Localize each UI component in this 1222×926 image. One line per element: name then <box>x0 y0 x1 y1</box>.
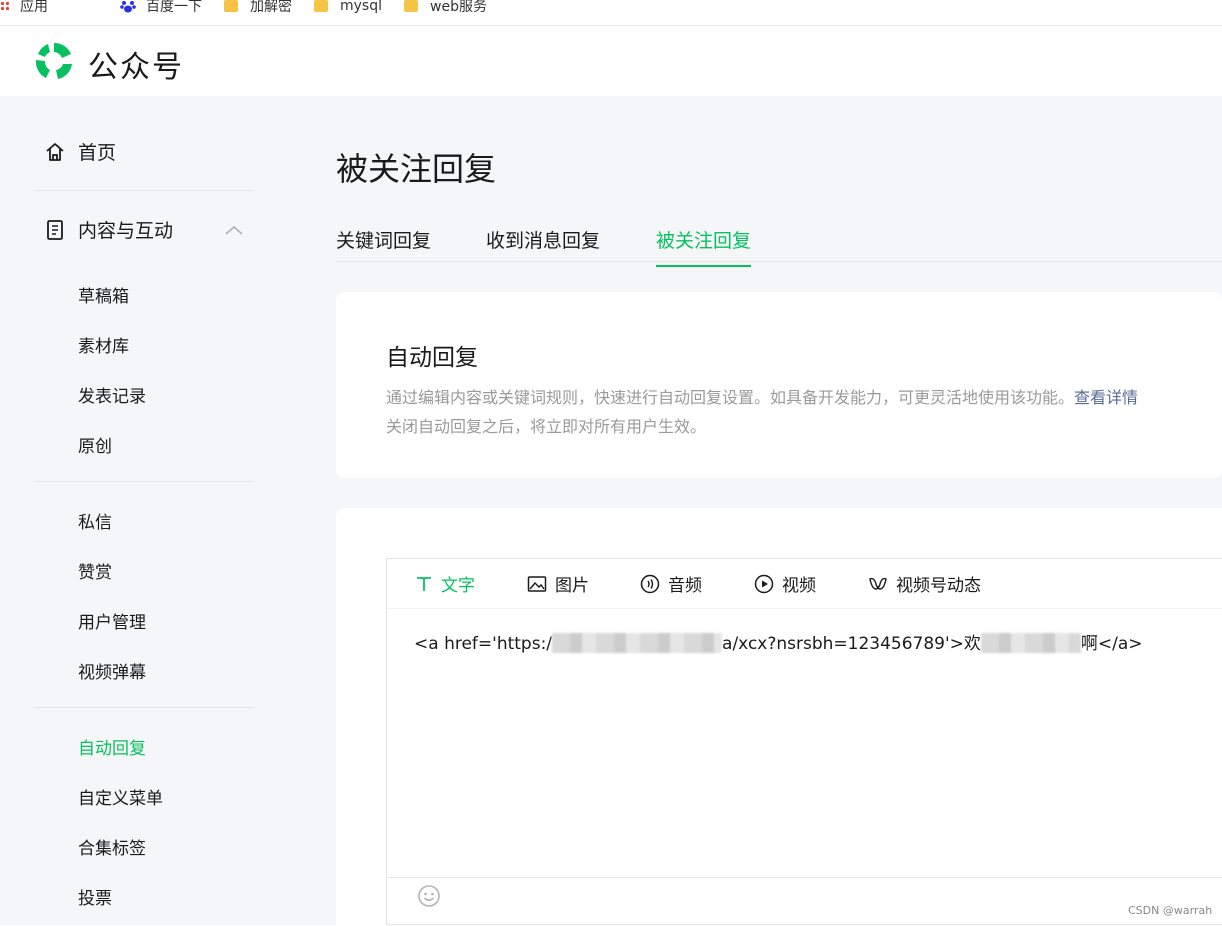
emoji-icon[interactable] <box>417 884 441 908</box>
bookmark-baidu[interactable]: 百度一下 <box>120 0 202 19</box>
card-description-note: 关闭自动回复之后，将立即对所有用户生效。 <box>386 417 707 436</box>
sidebar-item-vote[interactable]: 投票 <box>78 884 112 909</box>
folder-icon <box>224 0 238 12</box>
folder-icon <box>314 0 328 12</box>
reply-editor: 文字 图片 音频 视频 视频号动态 <a href='https:/ a/xcx… <box>386 558 1222 925</box>
sidebar: 首页 内容与互动 草稿箱 素材库 发表记录 原创 私信 赞赏 用户管理 视频弹幕… <box>0 96 296 925</box>
bookmark-mysql[interactable]: mysql <box>314 0 382 19</box>
sidebar-divider <box>34 190 254 191</box>
folder-icon <box>404 0 418 12</box>
bookmarks-bar: 应用 百度一下 加解密 mysql web服务 <box>0 0 1222 26</box>
channels-icon <box>869 577 887 590</box>
sidebar-item-collection-tags[interactable]: 合集标签 <box>78 834 146 859</box>
wechat-official-logo-icon[interactable] <box>32 40 76 82</box>
sidebar-item-publish-records[interactable]: 发表记录 <box>78 382 146 407</box>
sidebar-divider <box>34 481 254 482</box>
page-title: 被关注回复 <box>336 150 497 188</box>
redacted-region <box>980 633 1081 653</box>
sidebar-item-auto-reply[interactable]: 自动回复 <box>78 734 146 759</box>
tool-channels[interactable]: 视频号动态 <box>868 571 981 596</box>
video-icon <box>754 574 774 593</box>
bookmark-apps[interactable]: 应用 <box>0 0 48 19</box>
redacted-region <box>552 633 723 653</box>
sidebar-item-home[interactable]: 首页 <box>44 138 116 165</box>
sidebar-item-original[interactable]: 原创 <box>78 432 112 457</box>
chevron-up-icon[interactable] <box>224 224 244 236</box>
sidebar-item-video-danmaku[interactable]: 视频弹幕 <box>78 658 146 683</box>
tool-audio[interactable]: 音频 <box>640 571 702 596</box>
editor-toolbar: 文字 图片 音频 视频 视频号动态 <box>387 559 1222 609</box>
text-icon <box>417 576 431 591</box>
card-description: 通过编辑内容或关键词规则，快速进行自动回复设置。如具备开发能力，可更灵活地使用该… <box>386 388 1139 407</box>
editor-footer <box>387 877 1222 926</box>
sidebar-item-rewards[interactable]: 赞赏 <box>78 558 112 583</box>
main-content: 被关注回复 关键词回复 收到消息回复 被关注回复 自动回复 通过编辑内容或关键词… <box>296 96 1222 925</box>
tab-follow-reply[interactable]: 被关注回复 <box>656 226 752 267</box>
apps-icon <box>0 0 10 11</box>
home-icon <box>46 142 64 161</box>
reply-tabs: 关键词回复 收到消息回复 被关注回复 <box>336 214 1222 267</box>
reply-editor-card: 文字 图片 音频 视频 视频号动态 <a href='https:/ a/xcx… <box>336 508 1222 925</box>
card-title: 自动回复 <box>386 345 478 371</box>
view-details-link[interactable]: 查看详情 <box>1074 388 1138 407</box>
sidebar-item-custom-menu[interactable]: 自定义菜单 <box>78 784 163 809</box>
sidebar-divider <box>34 707 254 708</box>
sidebar-item-user-management[interactable]: 用户管理 <box>78 608 146 633</box>
tool-video[interactable]: 视频 <box>754 571 816 596</box>
document-icon <box>47 219 63 240</box>
auto-reply-info-card: 自动回复 通过编辑内容或关键词规则，快速进行自动回复设置。如具备开发能力，可更灵… <box>336 292 1222 478</box>
watermark: CSDN @warrah <box>1128 904 1213 917</box>
tab-keyword-reply[interactable]: 关键词回复 <box>336 226 431 265</box>
sidebar-group-content[interactable]: 内容与互动 <box>44 216 173 243</box>
tab-message-reply[interactable]: 收到消息回复 <box>486 226 600 265</box>
bookmark-crypto[interactable]: 加解密 <box>224 0 292 19</box>
sidebar-item-materials[interactable]: 素材库 <box>78 332 129 357</box>
audio-icon <box>640 574 660 593</box>
sidebar-item-drafts[interactable]: 草稿箱 <box>78 282 129 307</box>
baidu-icon <box>120 0 136 12</box>
reply-content-text[interactable]: <a href='https:/a/xcx?nsrsbh=123456789'>… <box>414 629 1143 654</box>
sidebar-item-messages[interactable]: 私信 <box>78 508 112 533</box>
bookmark-web[interactable]: web服务 <box>404 0 487 19</box>
brand-title: 公众号 <box>88 50 184 85</box>
tool-image[interactable]: 图片 <box>527 571 589 596</box>
image-icon <box>527 575 547 592</box>
tool-text[interactable]: 文字 <box>415 571 475 596</box>
app-header: 公众号 <box>0 26 1222 96</box>
